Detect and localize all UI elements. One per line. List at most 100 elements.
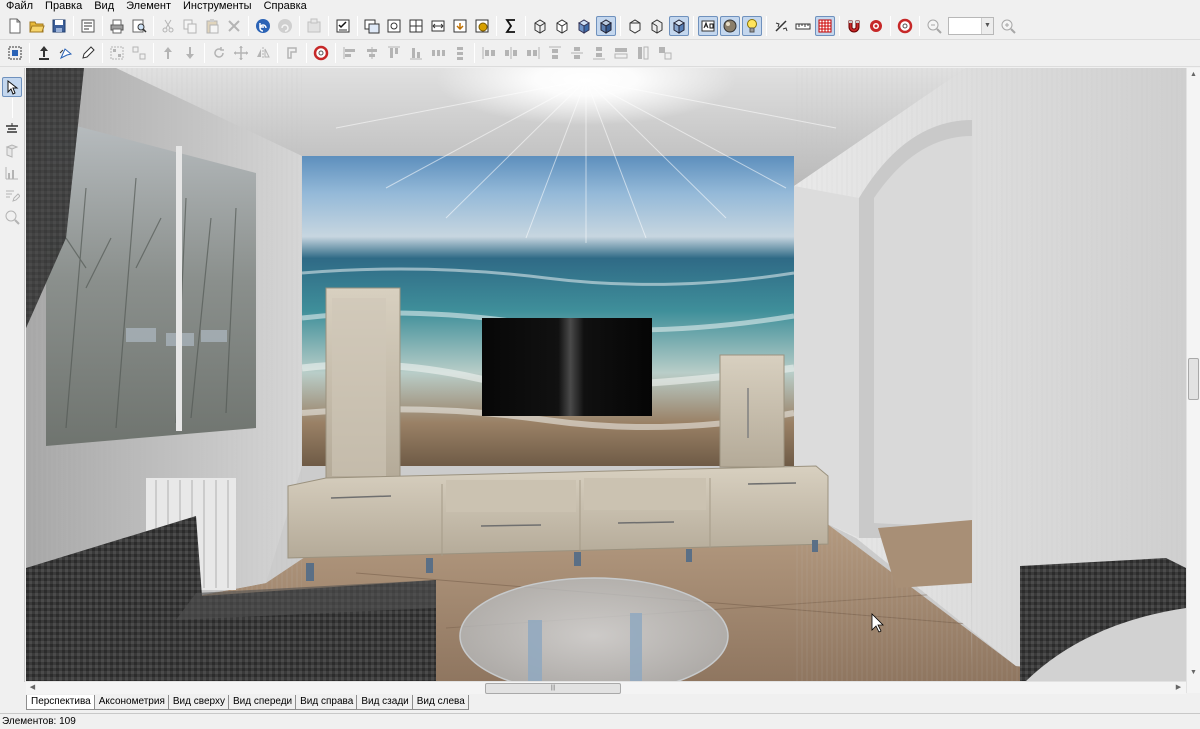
paste-button[interactable]: [202, 16, 222, 36]
window-zoom-button[interactable]: [384, 16, 404, 36]
menu-item[interactable]: Инструменты: [177, 0, 258, 12]
scroll-left-icon[interactable]: ◀: [26, 682, 39, 694]
view-tab[interactable]: Вид сзади: [356, 695, 413, 710]
bracket-button[interactable]: [282, 43, 302, 63]
save-disk-button[interactable]: [49, 16, 69, 36]
cube-realistic-button[interactable]: [669, 16, 689, 36]
cube-side-button[interactable]: [647, 16, 667, 36]
rotate-view-icon: [5, 144, 19, 158]
view-tab[interactable]: Перспектива: [26, 695, 95, 710]
window-render-button[interactable]: [472, 16, 492, 36]
space-mid-button[interactable]: [567, 43, 587, 63]
window-export-button[interactable]: [450, 16, 470, 36]
window-arrange-button[interactable]: [362, 16, 382, 36]
window-split-button[interactable]: [406, 16, 426, 36]
pencil-list-button[interactable]: [2, 185, 22, 205]
print-preview-button[interactable]: [129, 16, 149, 36]
move-up-button[interactable]: [34, 43, 54, 63]
cut-button[interactable]: [158, 16, 178, 36]
scroll-down-icon[interactable]: ▼: [1187, 666, 1200, 680]
cube-wire-button[interactable]: [530, 16, 550, 36]
equal-size-button[interactable]: [655, 43, 675, 63]
menu-item[interactable]: Элемент: [120, 0, 177, 12]
zoom-in-button[interactable]: [998, 16, 1018, 36]
lifebuoy-button[interactable]: [895, 16, 915, 36]
pencil-button[interactable]: [78, 43, 98, 63]
group-button[interactable]: [107, 43, 127, 63]
align-bottom-button[interactable]: [406, 43, 426, 63]
distribute-v-button[interactable]: [450, 43, 470, 63]
lamp-button[interactable]: [2, 119, 22, 139]
materials-button[interactable]: [720, 16, 740, 36]
view-tab[interactable]: Вид сверху: [167, 695, 229, 710]
sum-button[interactable]: [501, 16, 521, 36]
horizontal-scrollbar[interactable]: ◀ ||| ▶: [26, 681, 1186, 694]
menu-item[interactable]: Справка: [258, 0, 313, 12]
view-tab[interactable]: Аксонометрия: [93, 695, 169, 710]
horizontal-scroll-thumb[interactable]: |||: [485, 683, 621, 694]
lifebuoy-icon: [897, 18, 913, 34]
view-tab[interactable]: Вид спереди: [227, 695, 297, 710]
vertical-scrollbar[interactable]: ▲ ▼: [1186, 68, 1200, 693]
scroll-up-icon[interactable]: ▲: [1187, 68, 1200, 82]
zoom-view-button[interactable]: [2, 207, 22, 227]
text-labels-icon: [701, 20, 715, 32]
align-down-button[interactable]: [180, 43, 200, 63]
distribute-h-button[interactable]: [428, 43, 448, 63]
view-tab[interactable]: Вид справа: [295, 695, 358, 710]
align-center-button[interactable]: [362, 43, 382, 63]
chevron-down-icon[interactable]: ▼: [981, 18, 993, 34]
vertical-scroll-thumb[interactable]: [1188, 358, 1199, 400]
zoom-out-button[interactable]: [924, 16, 944, 36]
delete-button[interactable]: [224, 16, 244, 36]
align-up-button[interactable]: [158, 43, 178, 63]
align-left-button[interactable]: [340, 43, 360, 63]
menu-item[interactable]: Файл: [0, 0, 39, 12]
checklist-button[interactable]: [333, 16, 353, 36]
lifebuoy-button[interactable]: [311, 43, 331, 63]
space-left-button[interactable]: [479, 43, 499, 63]
scroll-right-icon[interactable]: ▶: [1172, 682, 1185, 694]
magnet-button[interactable]: [844, 16, 864, 36]
library-button[interactable]: [304, 16, 324, 36]
cube-shaded-button[interactable]: [574, 16, 594, 36]
3d-perspective-viewport[interactable]: [26, 68, 1186, 681]
ruler-button[interactable]: [793, 16, 813, 36]
space-right-button[interactable]: [523, 43, 543, 63]
grid-button[interactable]: [815, 16, 835, 36]
cube-texture-button[interactable]: [596, 16, 616, 36]
redo-button[interactable]: [275, 16, 295, 36]
cube-hidden-button[interactable]: [552, 16, 572, 36]
space-bottom-button[interactable]: [589, 43, 609, 63]
copy-button[interactable]: [180, 16, 200, 36]
space-center-button[interactable]: [501, 43, 521, 63]
cube-front-button[interactable]: [625, 16, 645, 36]
chart-view-button[interactable]: [2, 163, 22, 183]
view-tab[interactable]: Вид слева: [411, 695, 469, 710]
menu-item[interactable]: Правка: [39, 0, 88, 12]
measure-button[interactable]: [771, 16, 791, 36]
equal-width-button[interactable]: [611, 43, 631, 63]
move-cross-button[interactable]: [231, 43, 251, 63]
snap-target-button[interactable]: [866, 16, 886, 36]
mirror-button[interactable]: [253, 43, 273, 63]
ungroup-button[interactable]: [129, 43, 149, 63]
equal-height-button[interactable]: [633, 43, 653, 63]
undo-button[interactable]: [253, 16, 273, 36]
space-top-button[interactable]: [545, 43, 565, 63]
rotate-view-button[interactable]: [2, 141, 22, 161]
select-grid-button[interactable]: [5, 43, 25, 63]
zoom-level-combobox[interactable]: ▼: [948, 17, 994, 35]
print-button[interactable]: [107, 16, 127, 36]
text-labels-button[interactable]: [698, 16, 718, 36]
menu-item[interactable]: Вид: [88, 0, 120, 12]
rotate-button[interactable]: [209, 43, 229, 63]
pointer-arrow-button[interactable]: [2, 77, 22, 97]
open-folder-button[interactable]: [27, 16, 47, 36]
light-bulb-button[interactable]: [742, 16, 762, 36]
align-top-button[interactable]: [384, 43, 404, 63]
rotate-element-button[interactable]: [56, 43, 76, 63]
new-document-button[interactable]: [5, 16, 25, 36]
window-dimension-button[interactable]: [428, 16, 448, 36]
edit-properties-button[interactable]: [78, 16, 98, 36]
